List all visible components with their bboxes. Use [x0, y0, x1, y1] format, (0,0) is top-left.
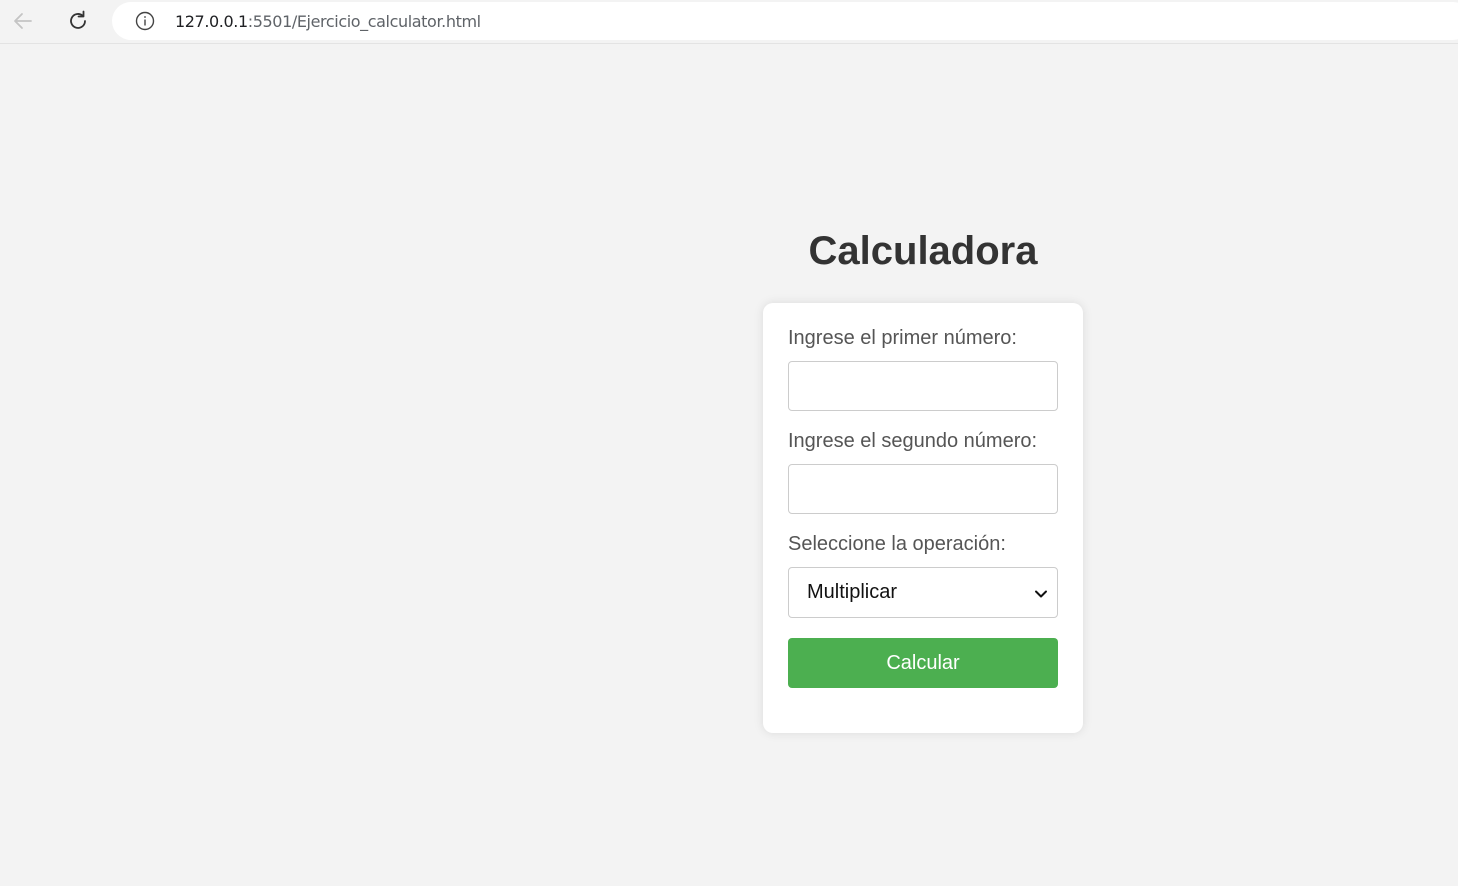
second-number-label: Ingrese el segundo número: — [788, 430, 1038, 452]
reload-button[interactable] — [63, 7, 93, 35]
page-title: Calculadora — [808, 229, 1038, 273]
info-icon[interactable] — [135, 11, 155, 31]
calculator-card: Ingrese el primer número: Ingrese el seg… — [763, 303, 1083, 733]
first-number-label: Ingrese el primer número: — [788, 327, 1017, 349]
second-number-input[interactable] — [788, 464, 1058, 514]
operation-label: Seleccione la operación: — [788, 533, 1006, 555]
browser-toolbar: 127.0.0.1:5501/Ejercicio_calculator.html — [0, 0, 1458, 44]
operation-selected-value: Multiplicar — [807, 581, 898, 603]
address-bar[interactable]: 127.0.0.1:5501/Ejercicio_calculator.html — [112, 2, 1458, 40]
back-button[interactable] — [8, 7, 38, 35]
url-text[interactable]: 127.0.0.1:5501/Ejercicio_calculator.html — [175, 12, 481, 31]
page-content: Calculadora Ingrese el primer número: In… — [0, 45, 1458, 886]
url-path: :5501/Ejercicio_calculator.html — [247, 12, 481, 31]
calculate-button[interactable]: Calcular — [788, 638, 1058, 688]
chevron-down-icon — [1035, 590, 1047, 598]
first-number-input[interactable] — [788, 361, 1058, 411]
back-arrow-icon — [14, 13, 32, 29]
url-host: 127.0.0.1 — [175, 12, 248, 31]
operation-select[interactable]: Multiplicar — [788, 567, 1058, 618]
reload-icon — [70, 10, 86, 29]
